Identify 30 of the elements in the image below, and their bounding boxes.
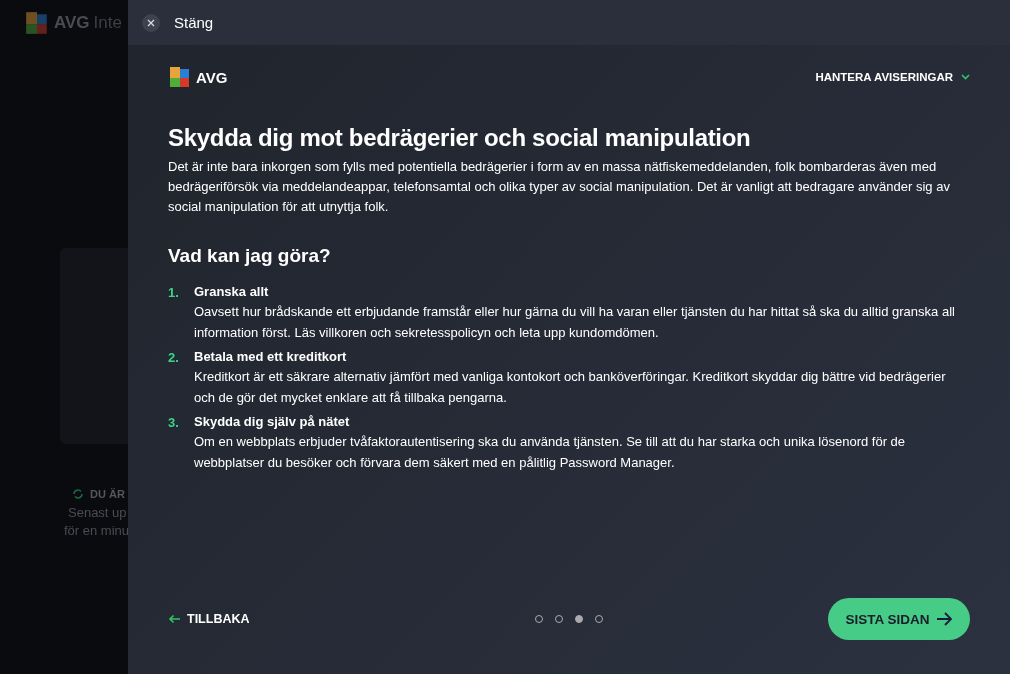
chevron-down-icon <box>961 74 970 80</box>
intro-paragraph: Det är inte bara inkorgen som fylls med potentiella bedrägerier i form av en massa nätfiskemeddelanden, folk bombarderas även med bedrägeriförsök via meddelandeappar, telefonsamtal och olika typer av social manipulation. Det är vanligt att bedragare använder sig av social manipulation för att utnyttja folk. <box>168 158 951 216</box>
logo-icon <box>168 65 192 89</box>
refresh-icon <box>72 488 84 500</box>
tip-text: Om en webbplats erbjuder tvåfaktorautentisering ska du använda tjänsten. Se till att du har starka och unika lösenord för de webbplatser du besöker och förvara dem säkert med en pålitlig Password Manager. <box>194 433 907 472</box>
tip-text: Kreditkort är ett säkrare alternativ jämfört med vanliga kontokort och banköverföringar. Kreditkort skyddar dig bättre vid bedrägerier och de gör det mycket enklare att få tillbaka pengarna. <box>194 368 947 407</box>
tip-number: 1. <box>168 284 180 302</box>
notifications-menu[interactable]: HANTERA AVISERINGAR <box>815 71 970 83</box>
tip-title: Betala med ett kreditkort <box>194 348 348 366</box>
back-button[interactable]: TILLBAKA <box>168 612 328 626</box>
arrow-left-icon <box>168 614 181 624</box>
logo-text: AVG <box>54 13 90 33</box>
status-text: DU ÄR <box>90 488 125 500</box>
section-heading: Vad kan jag göra? <box>168 245 332 267</box>
tip-title: Granska allt <box>194 283 270 301</box>
last-page-button[interactable]: SISTA SIDAN <box>828 598 970 640</box>
page-heading: Skydda dig mot bedrägerier och social manipulation <box>168 123 752 153</box>
tip-text: Oavsett hur brådskande ett erbjudande framstår eller hur gärna du vill ha varan eller tjänsten du har hittat så ska du alltid granska all information först. Läs villkoren och sekretesspolicyn och leta upp kundomdömen. <box>194 303 956 342</box>
arrow-right-icon <box>935 612 953 626</box>
tip-title: Skydda dig själv på nätet <box>194 413 351 431</box>
tip-number: 3. <box>168 414 180 432</box>
update-text: Senast up <box>67 504 128 522</box>
close-button[interactable] <box>142 13 160 32</box>
update-text: för en minu <box>63 522 128 540</box>
logo-icon <box>24 10 50 36</box>
tip-number: 2. <box>168 349 180 367</box>
logo-text: AVG <box>196 68 228 86</box>
page-dot[interactable] <box>575 615 583 623</box>
close-icon <box>147 18 155 27</box>
close-label: Stäng <box>174 14 214 31</box>
